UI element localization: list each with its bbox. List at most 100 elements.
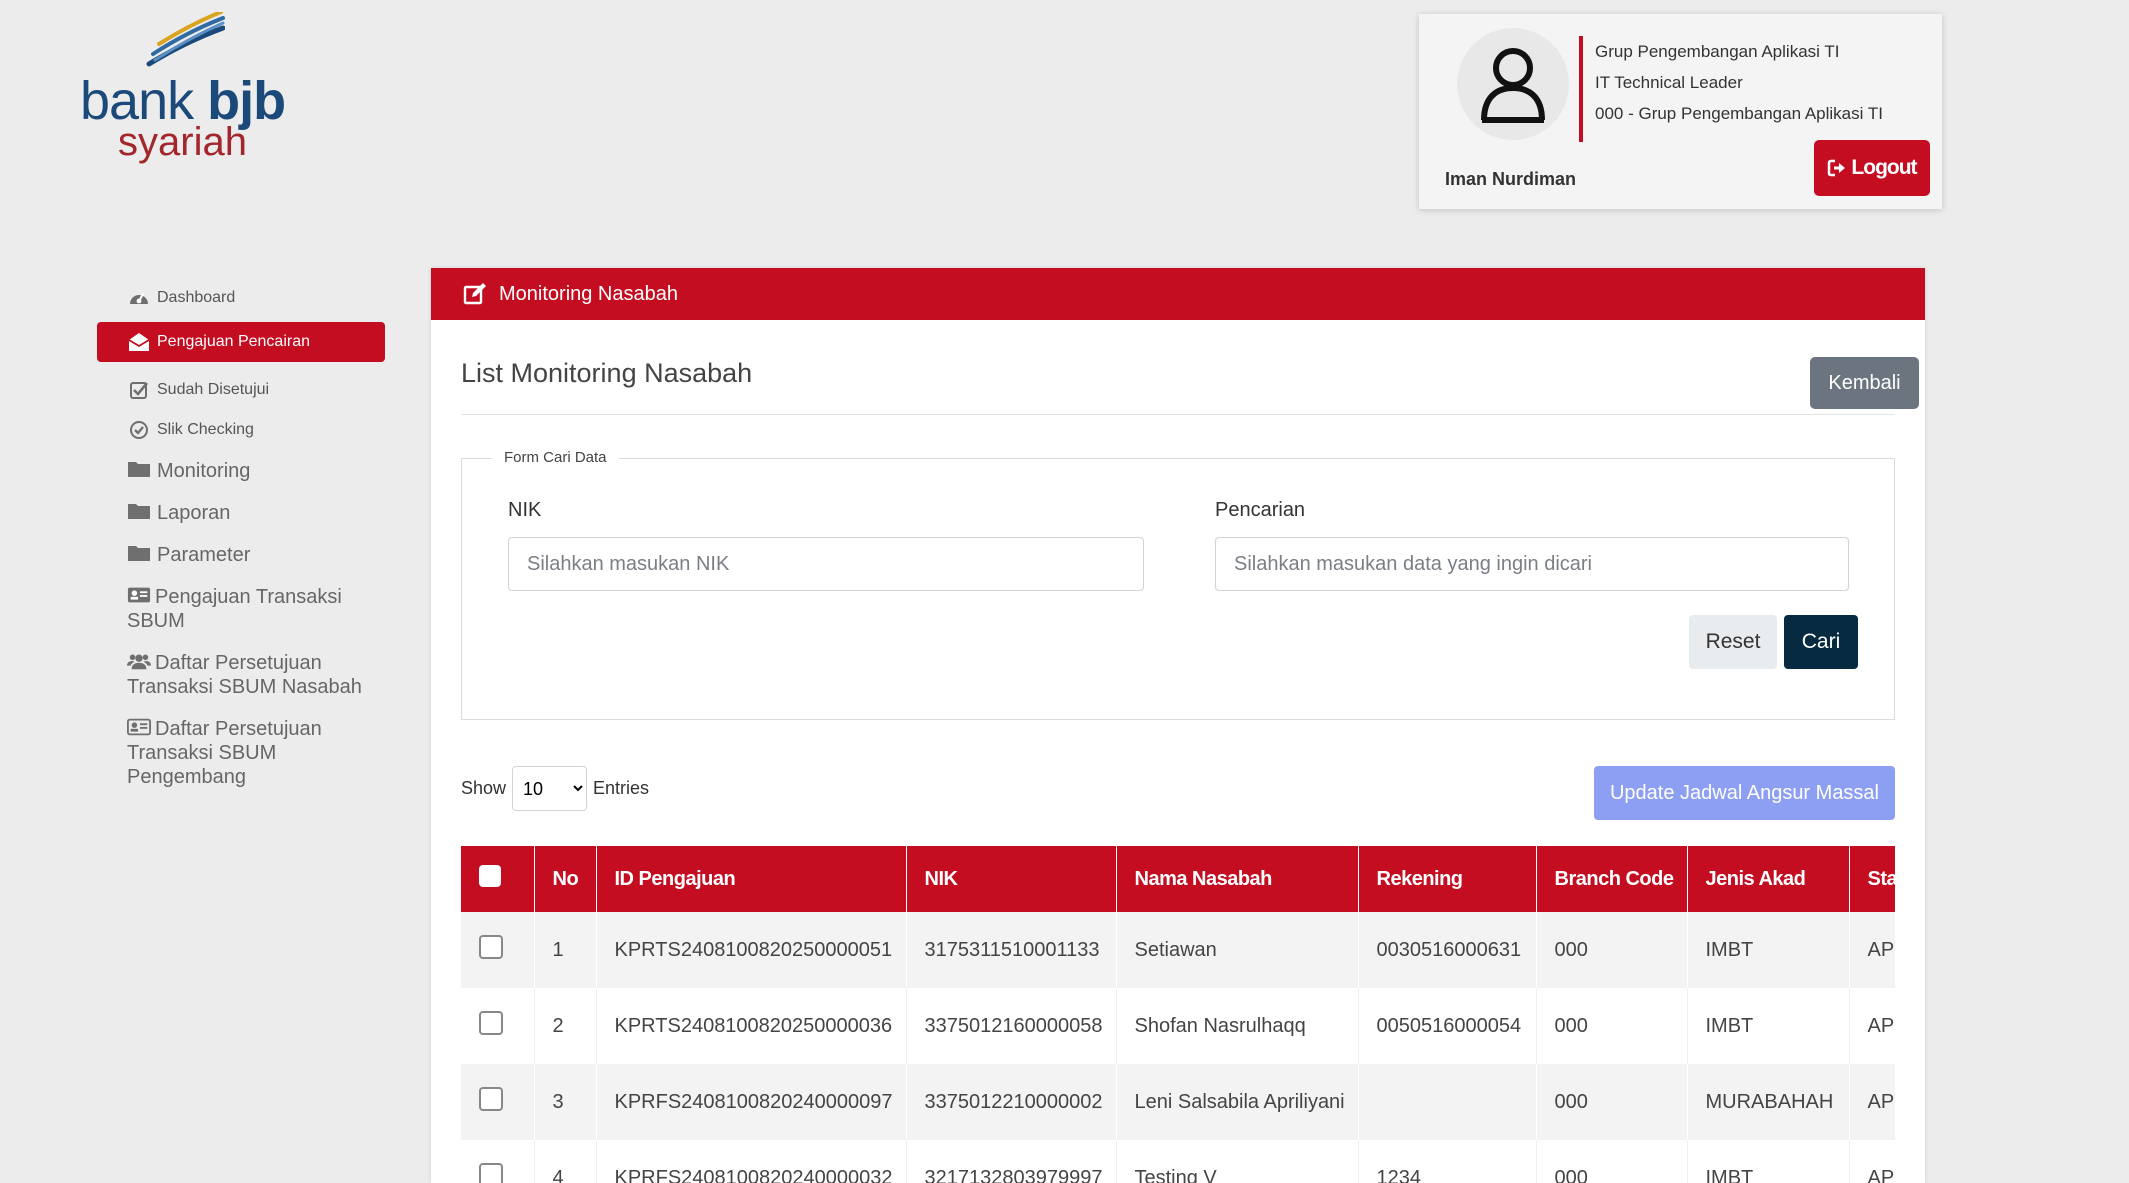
table-row: 1 KPRTS2408100820250000051 3175311510001… <box>461 912 1895 988</box>
table-cell: Shofan Nasrulhaqq <box>1116 988 1359 1064</box>
table-cell: 1 <box>534 912 597 988</box>
table-cell: KPRFS2408100820240000097 <box>596 1064 907 1140</box>
avatar <box>1457 28 1569 140</box>
id-card-icon <box>127 717 151 737</box>
sidebar-item-parameter[interactable]: Parameter <box>97 534 385 576</box>
sidebar-item-label: Slik Checking <box>157 421 254 438</box>
sidebar-item-label: Daftar Persetujuan Transaksi SBUM Pengem… <box>127 718 322 788</box>
user-group: Grup Pengembangan Aplikasi TI <box>1595 42 1840 61</box>
column-header[interactable]: ID Pengajuan <box>596 846 907 912</box>
sidebar-item-monitoring[interactable]: Monitoring <box>97 450 385 492</box>
table-cell: KPRTS2408100820250000036 <box>596 988 907 1064</box>
sidebar-nav: Dashboard Pengajuan Pencairan Sudah Dise… <box>97 278 385 798</box>
row-checkbox[interactable] <box>479 1163 503 1183</box>
table-cell: MURABAHAH <box>1687 1064 1850 1140</box>
table-cell: IMBT <box>1687 912 1850 988</box>
sidebar-item-label: Parameter <box>157 544 251 566</box>
table-cell: API <box>1849 912 1895 988</box>
column-header[interactable]: Sta <box>1849 846 1895 912</box>
logo-syariah-text: syariah <box>118 120 247 164</box>
table-cell: 0030516000631 <box>1358 912 1537 988</box>
table-cell: IMBT <box>1687 1140 1850 1183</box>
column-header[interactable]: Jenis Akad <box>1687 846 1850 912</box>
select-all-header <box>461 846 535 912</box>
folder-icon <box>127 459 151 479</box>
column-header[interactable]: Rekening <box>1358 846 1537 912</box>
table-cell: 3 <box>534 1064 597 1140</box>
logout-icon <box>1828 159 1846 177</box>
sidebar-item-daftar-persetujuan-pengembang[interactable]: Daftar Persetujuan Transaksi SBUM Pengem… <box>97 708 385 798</box>
table-header-row: No ID Pengajuan NIK Nama Nasabah Rekenin… <box>461 846 1895 912</box>
table-cell: API <box>1849 988 1895 1064</box>
sidebar-item-pengajuan-pencairan[interactable]: Pengajuan Pencairan <box>97 322 385 362</box>
table-cell: Setiawan <box>1116 912 1359 988</box>
envelope-open-icon <box>127 332 151 352</box>
check-circle-icon <box>127 420 151 440</box>
monitoring-table-wrapper[interactable]: No ID Pengajuan NIK Nama Nasabah Rekenin… <box>461 846 1895 1183</box>
table-cell: API <box>1849 1140 1895 1183</box>
row-checkbox[interactable] <box>479 1011 503 1035</box>
nik-input[interactable] <box>508 537 1144 591</box>
table-row: 2 KPRTS2408100820250000036 3375012160000… <box>461 988 1895 1064</box>
search-form: Form Cari Data NIK Pencarian Reset Cari <box>461 449 1895 720</box>
user-profile-card: Grup Pengembangan Aplikasi TI IT Technic… <box>1419 14 1942 209</box>
table-cell: IMBT <box>1687 988 1850 1064</box>
table-cell: Leni Salsabila Apriliyani <box>1116 1064 1359 1140</box>
entries-control: Show 10 Entries <box>461 766 649 811</box>
table-cell: API <box>1849 1064 1895 1140</box>
row-checkbox[interactable] <box>479 935 503 959</box>
id-card-icon <box>127 585 151 605</box>
dashboard-icon <box>127 288 151 308</box>
table-cell: 000 <box>1536 912 1688 988</box>
logout-label: Logout <box>1851 156 1917 179</box>
table-cell: KPRFS2408100820240000032 <box>596 1140 907 1183</box>
sidebar-item-laporan[interactable]: Laporan <box>97 492 385 534</box>
row-select-cell <box>461 1064 535 1140</box>
table-cell: 3217132803979997 <box>906 1140 1117 1183</box>
search-button[interactable]: Cari <box>1784 615 1858 669</box>
sidebar-item-dashboard[interactable]: Dashboard <box>97 278 385 318</box>
column-header[interactable]: NIK <box>906 846 1117 912</box>
select-all-checkbox[interactable] <box>479 865 501 887</box>
table-cell <box>1358 1064 1537 1140</box>
user-icon <box>1481 48 1545 123</box>
user-branch: 000 - Grup Pengembangan Aplikasi TI <box>1595 104 1883 123</box>
search-form-legend: Form Cari Data <box>492 449 619 466</box>
bank-logo: bank bjb syariah <box>80 12 300 172</box>
panel-header: Monitoring Nasabah <box>431 268 1925 320</box>
row-select-cell <box>461 988 535 1064</box>
sidebar-item-slik-checking[interactable]: Slik Checking <box>97 410 385 450</box>
table-cell: 3375012210000002 <box>906 1064 1117 1140</box>
reset-button[interactable]: Reset <box>1689 615 1777 669</box>
edit-icon <box>463 283 486 305</box>
table-cell: 0050516000054 <box>1358 988 1537 1064</box>
entries-label: Entries <box>593 778 650 798</box>
monitoring-table: No ID Pengajuan NIK Nama Nasabah Rekenin… <box>461 846 1895 1183</box>
table-cell: 000 <box>1536 988 1688 1064</box>
user-position: IT Technical Leader <box>1595 73 1743 92</box>
table-cell: 4 <box>534 1140 597 1183</box>
show-label: Show <box>461 778 507 798</box>
search-query-input[interactable] <box>1215 537 1849 591</box>
row-checkbox[interactable] <box>479 1087 503 1111</box>
column-header[interactable]: No <box>534 846 597 912</box>
table-cell: 000 <box>1536 1064 1688 1140</box>
column-header[interactable]: Nama Nasabah <box>1116 846 1359 912</box>
title-divider <box>461 414 1895 415</box>
entries-select[interactable]: 10 <box>512 766 588 811</box>
sidebar-item-pengajuan-transaksi-sbum[interactable]: Pengajuan Transaksi SBUM <box>97 576 385 642</box>
table-cell: Testing V <box>1116 1140 1359 1183</box>
sidebar-item-sudah-disetujui[interactable]: Sudah Disetujui <box>97 370 385 410</box>
sidebar-item-daftar-persetujuan-nasabah[interactable]: Daftar Persetujuan Transaksi SBUM Nasaba… <box>97 642 385 708</box>
table-cell: 000 <box>1536 1140 1688 1183</box>
column-header[interactable]: Branch Code <box>1536 846 1688 912</box>
sidebar-item-label: Dashboard <box>157 289 236 306</box>
sidebar-item-label: Daftar Persetujuan Transaksi SBUM Nasaba… <box>127 652 362 698</box>
sidebar-item-label: Monitoring <box>157 460 251 482</box>
table-cell: 2 <box>534 988 597 1064</box>
back-button[interactable]: Kembali <box>1810 357 1919 409</box>
sidebar-item-label: Laporan <box>157 502 231 524</box>
folder-icon <box>127 543 151 563</box>
logout-button[interactable]: Logout <box>1814 140 1930 196</box>
bulk-update-schedule-button[interactable]: Update Jadwal Angsur Massal <box>1594 766 1895 820</box>
